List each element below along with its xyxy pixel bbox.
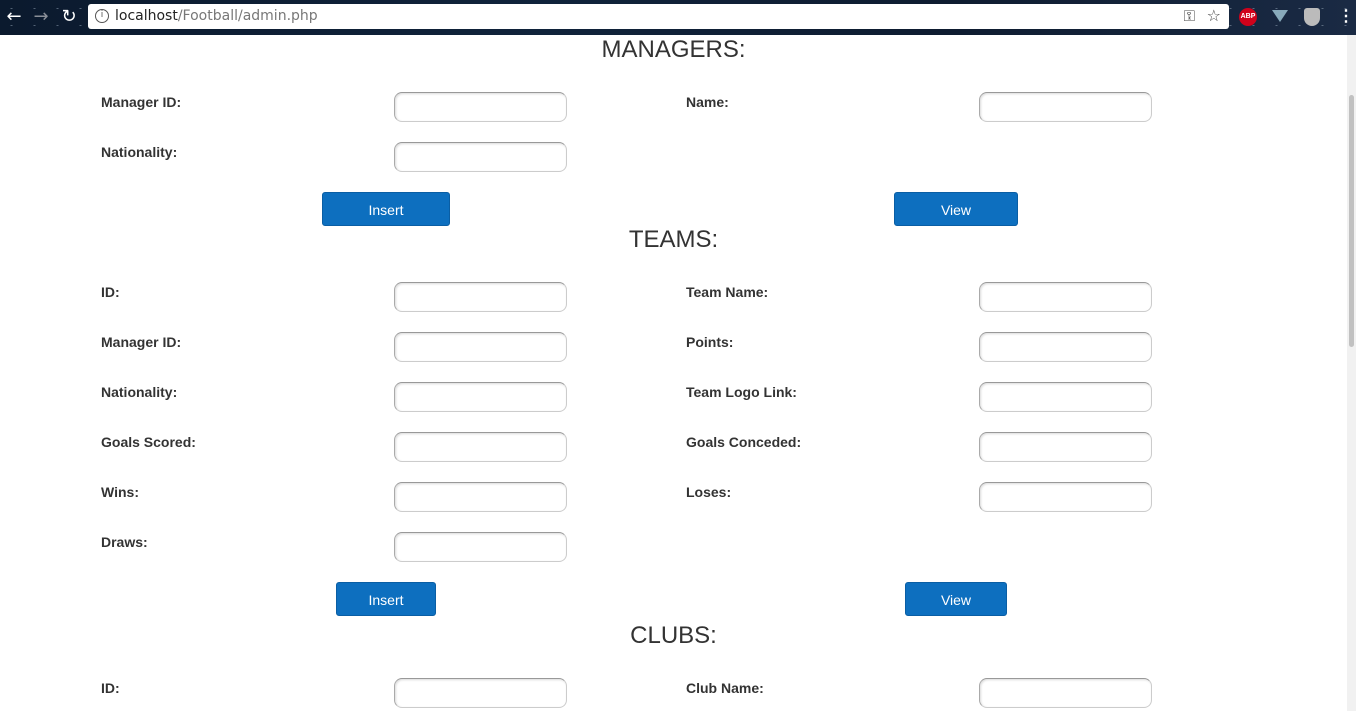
browser-toolbar: ← → ↻ i localhost/Football/admin.php ⚿ ☆…: [0, 0, 1356, 35]
download-extension-icon[interactable]: [1272, 10, 1288, 22]
goals-conceded-label: Goals Conceded:: [686, 434, 802, 450]
goals-scored-input[interactable]: [394, 432, 567, 462]
loses-input[interactable]: [979, 482, 1152, 512]
key-icon[interactable]: ⚿: [1184, 7, 1195, 25]
manager-id-label: Manager ID:: [101, 94, 182, 110]
team-nationality-label: Nationality:: [101, 384, 178, 400]
team-logo-link-label: Team Logo Link:: [686, 384, 797, 400]
team-manager-id-input[interactable]: [394, 332, 567, 362]
club-name-input[interactable]: [979, 678, 1152, 708]
points-label: Points:: [686, 334, 734, 350]
address-bar[interactable]: i localhost/Football/admin.php ⚿ ☆: [88, 4, 1229, 29]
draws-input[interactable]: [394, 532, 567, 562]
club-id-input[interactable]: [394, 678, 567, 708]
club-id-label: ID:: [101, 680, 120, 696]
manager-nationality-input[interactable]: [394, 142, 567, 172]
team-id-label: ID:: [101, 284, 120, 300]
draws-label: Draws:: [101, 534, 148, 550]
goals-scored-label: Goals Scored:: [101, 434, 196, 450]
wins-input[interactable]: [394, 482, 567, 512]
url-host: localhost: [115, 8, 178, 24]
team-manager-id-label: Manager ID:: [101, 334, 182, 350]
menu-icon[interactable]: ⋮: [1338, 7, 1354, 27]
manager-id-input[interactable]: [394, 92, 567, 122]
managers-heading: MANAGERS:: [601, 36, 746, 63]
team-id-input[interactable]: [394, 282, 567, 312]
insert-managers-button[interactable]: Insert Managers: [322, 192, 450, 252]
manager-name-label: Name:: [686, 94, 729, 110]
goals-conceded-input[interactable]: [979, 432, 1152, 462]
insert-team-button[interactable]: Insert Team: [336, 582, 436, 642]
view-teams-button[interactable]: View Teams: [905, 582, 1007, 642]
reload-icon[interactable]: ↻: [58, 6, 80, 28]
loses-label: Loses:: [686, 484, 732, 500]
back-arrow-icon[interactable]: ←: [3, 6, 25, 28]
url-path: /Football/admin.php: [177, 8, 318, 24]
url-text[interactable]: localhost/Football/admin.php: [115, 8, 318, 24]
manager-nationality-label: Nationality:: [101, 144, 178, 160]
page-content: MANAGERS: Manager ID: Name: Nationality:…: [0, 35, 1347, 711]
adblock-icon[interactable]: ABP: [1239, 8, 1257, 26]
view-managers-button[interactable]: View Managers: [894, 192, 1018, 252]
shield-icon[interactable]: [1304, 8, 1320, 26]
vertical-scrollbar[interactable]: [1347, 35, 1356, 711]
scrollbar-thumb[interactable]: [1349, 95, 1354, 347]
points-input[interactable]: [979, 332, 1152, 362]
club-name-label: Club Name:: [686, 680, 764, 696]
team-name-label: Team Name:: [686, 284, 769, 300]
team-name-input[interactable]: [979, 282, 1152, 312]
team-logo-link-input[interactable]: [979, 382, 1152, 412]
clubs-heading: CLUBS:: [630, 622, 717, 649]
teams-heading: TEAMS:: [628, 226, 719, 253]
team-nationality-input[interactable]: [394, 382, 567, 412]
wins-label: Wins:: [101, 484, 139, 500]
bookmark-star-icon[interactable]: ☆: [1207, 6, 1221, 25]
forward-arrow-icon[interactable]: →: [30, 6, 52, 28]
info-icon[interactable]: i: [95, 9, 109, 23]
manager-name-input[interactable]: [979, 92, 1152, 122]
